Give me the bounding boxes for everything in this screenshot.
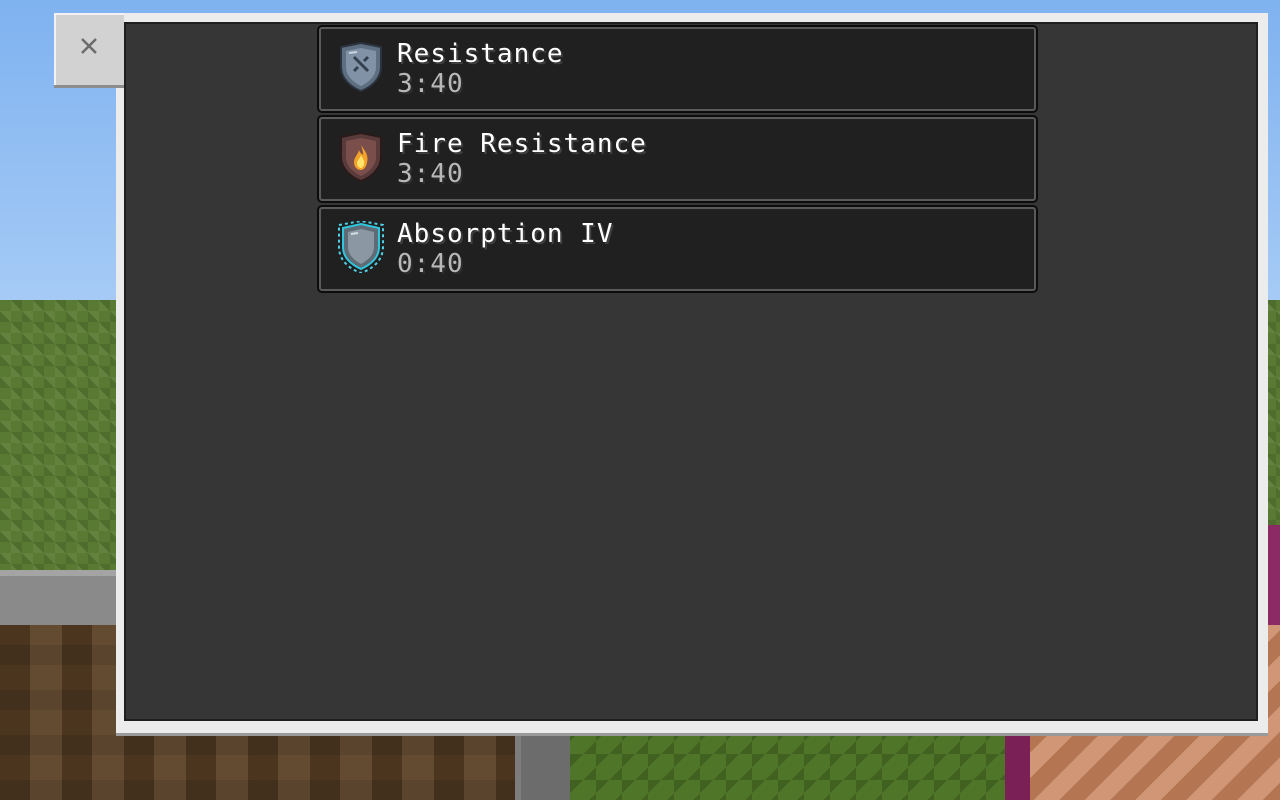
absorption-shield-icon	[338, 221, 384, 273]
game-scene: Resistance 3:40 Fire Resistance 3:40 Abs…	[0, 0, 1280, 800]
fire-resistance-shield-icon	[340, 131, 382, 183]
effect-name: Resistance	[397, 39, 564, 69]
effect-name: Absorption IV	[397, 219, 614, 249]
resistance-shield-icon	[340, 41, 382, 93]
effect-list: Resistance 3:40 Fire Resistance 3:40 Abs…	[317, 25, 1038, 296]
effect-name: Fire Resistance	[397, 129, 647, 159]
stone-slab-block	[0, 570, 130, 630]
effect-duration: 3:40	[397, 69, 464, 99]
close-button[interactable]	[54, 13, 124, 85]
close-icon	[81, 38, 97, 54]
effect-duration: 3:40	[397, 159, 464, 189]
effect-row-resistance: Resistance 3:40	[317, 25, 1038, 113]
leaves-block	[570, 728, 1020, 800]
effect-duration: 0:40	[397, 249, 464, 279]
stone-pillar-block	[515, 728, 570, 800]
effect-row-fire-resistance: Fire Resistance 3:40	[317, 115, 1038, 203]
effect-row-absorption: Absorption IV 0:40	[317, 205, 1038, 293]
